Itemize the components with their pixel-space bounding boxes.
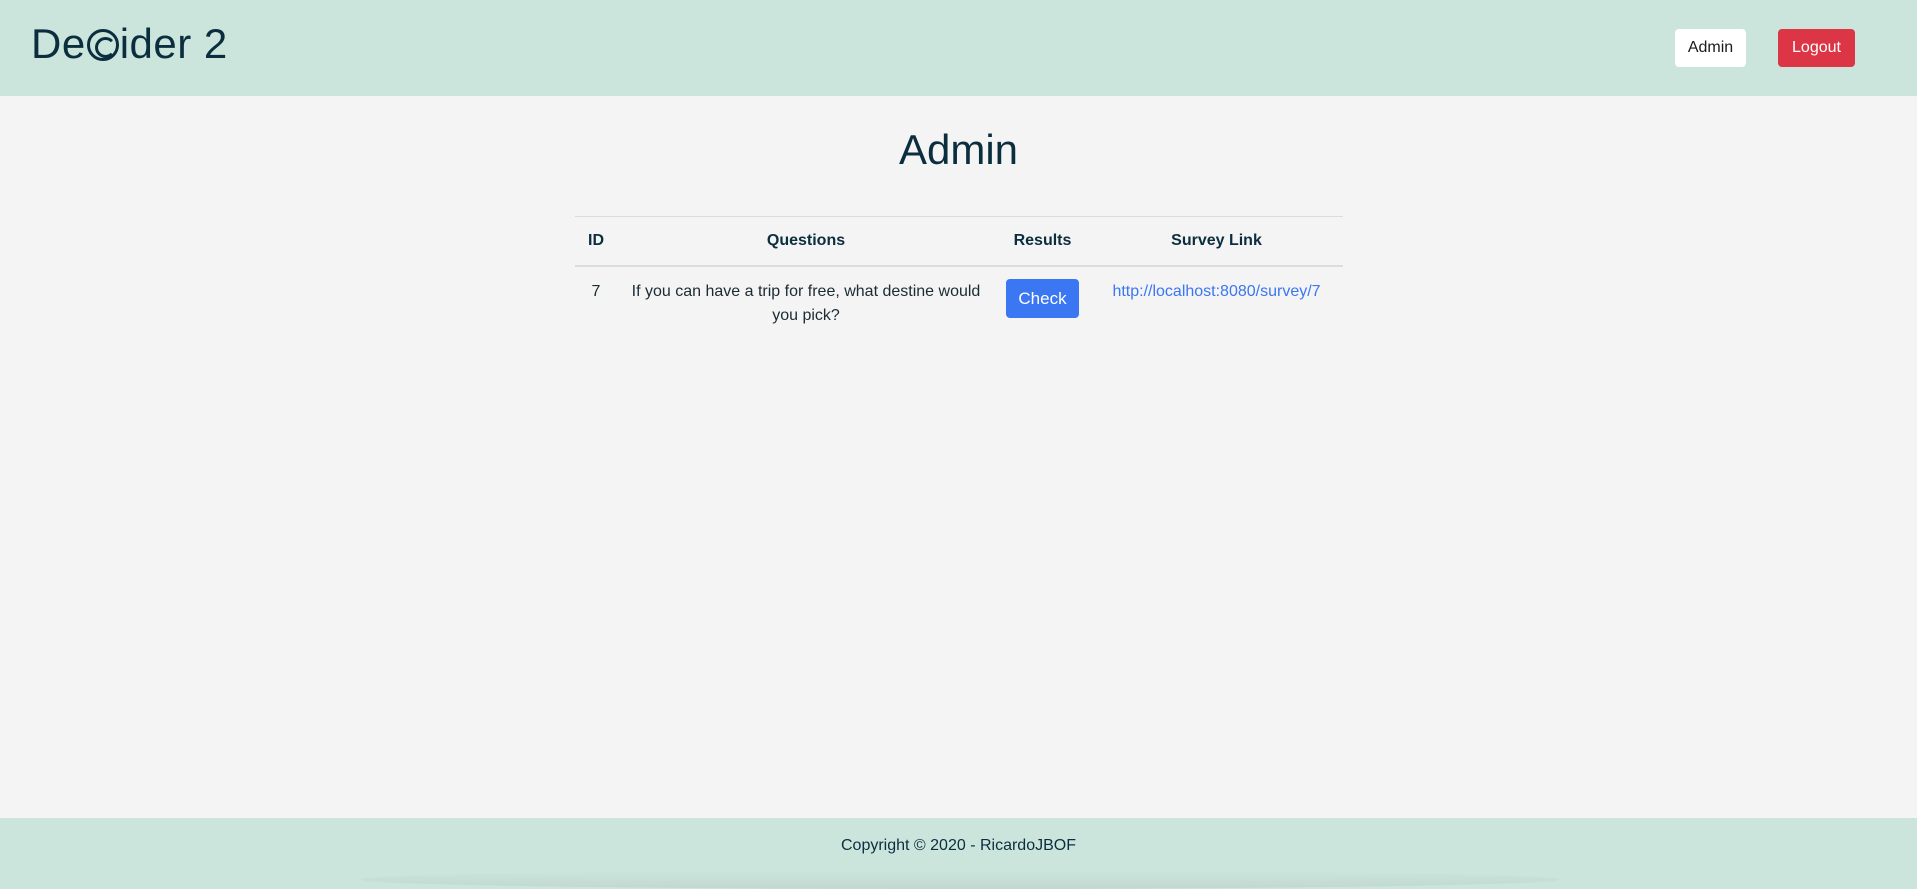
cell-id: 7: [591, 282, 601, 300]
surveys-table: ID Questions Results Survey Link 7 If yo…: [575, 216, 1343, 338]
column-header-questions: Questions: [617, 216, 995, 267]
cell-survey-link: http://localhost:8080/survey/7: [1090, 266, 1343, 338]
brand-text-prefix: De: [31, 20, 86, 67]
table-row: 7 If you can have a trip for free, what …: [575, 266, 1343, 338]
column-header-results: Results: [995, 216, 1090, 267]
brand-text-suffix: ider 2: [119, 20, 228, 67]
page-title: Admin: [898, 126, 1019, 173]
table-header-row: ID Questions Results Survey Link: [575, 216, 1343, 267]
survey-link[interactable]: http://localhost:8080/survey/7: [1112, 283, 1320, 300]
top-navbar: De ider 2 Admin Logout: [0, 0, 1917, 96]
check-results-button[interactable]: Check: [1006, 278, 1079, 318]
footer: Copyright © 2020 - RicardoJBOF: [0, 818, 1917, 889]
column-header-survey-link: Survey Link: [1090, 216, 1343, 267]
cell-question: If you can have a trip for free, what de…: [631, 282, 981, 324]
column-header-id: ID: [575, 216, 617, 267]
brand-logo[interactable]: De ider 2: [31, 20, 228, 68]
cell-results: Check: [995, 266, 1090, 338]
copyright-circle-icon: [86, 29, 119, 61]
admin-button[interactable]: Admin: [1675, 29, 1746, 67]
copyright-text: Copyright © 2020 - RicardoJBOF: [841, 837, 1076, 854]
logout-button[interactable]: Logout: [1778, 29, 1855, 67]
